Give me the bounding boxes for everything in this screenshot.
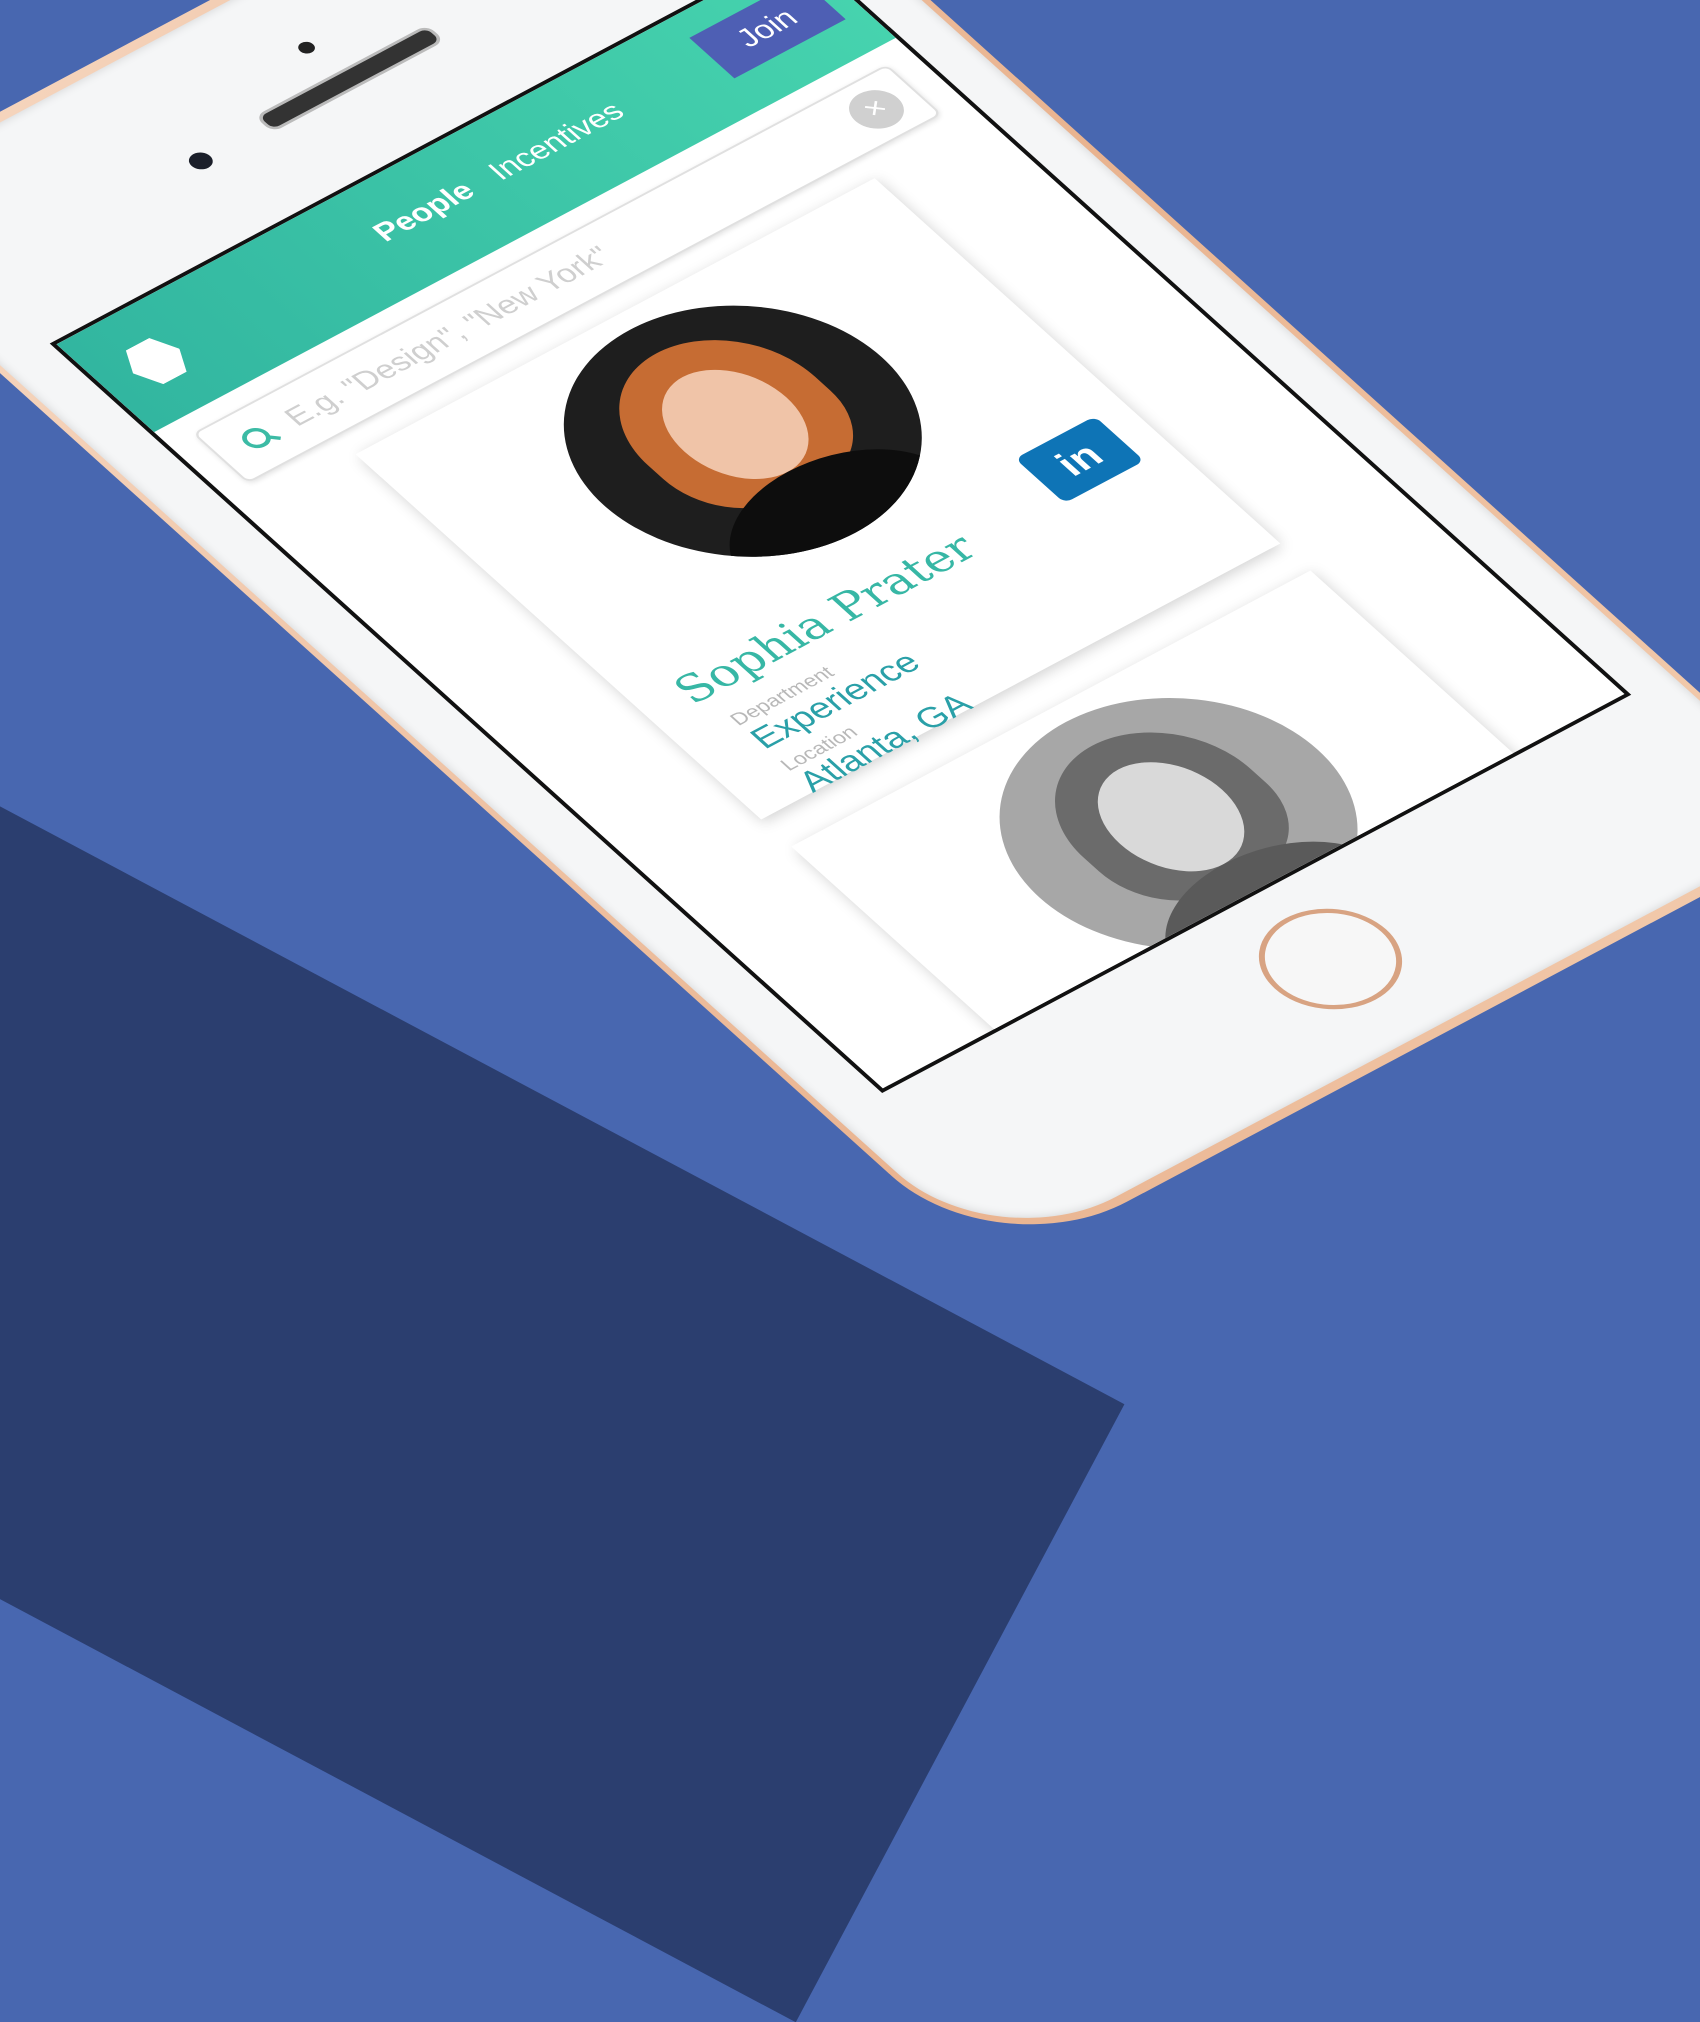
earpiece-speaker (254, 24, 445, 133)
phone-screen: People Incentives Join × in Sophia Prate… (49, 0, 1632, 1094)
tab-incentives[interactable]: Incentives (481, 97, 632, 187)
front-camera (184, 149, 218, 173)
linkedin-icon[interactable]: in (1015, 416, 1145, 504)
hexagon-logo-icon[interactable] (114, 332, 198, 390)
join-button[interactable]: Join (689, 0, 846, 79)
tab-people[interactable]: People (366, 176, 483, 247)
home-button[interactable] (1229, 888, 1432, 1030)
search-icon (233, 421, 283, 456)
proximity-sensor (294, 39, 319, 56)
